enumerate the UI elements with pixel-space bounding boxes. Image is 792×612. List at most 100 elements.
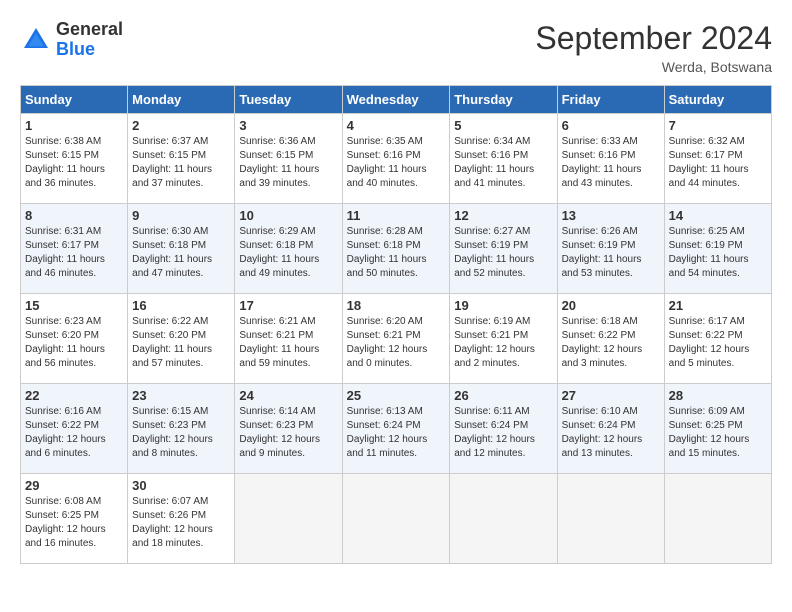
day-detail: Sunrise: 6:15 AMSunset: 6:23 PMDaylight:…	[132, 406, 213, 459]
day-number: 25	[347, 388, 446, 403]
table-row: 6 Sunrise: 6:33 AMSunset: 6:16 PMDayligh…	[557, 114, 664, 204]
table-row: 5 Sunrise: 6:34 AMSunset: 6:16 PMDayligh…	[450, 114, 557, 204]
table-row: 11 Sunrise: 6:28 AMSunset: 6:18 PMDaylig…	[342, 204, 450, 294]
table-row: 19 Sunrise: 6:19 AMSunset: 6:21 PMDaylig…	[450, 294, 557, 384]
day-number: 11	[347, 208, 446, 223]
table-row: 7 Sunrise: 6:32 AMSunset: 6:17 PMDayligh…	[664, 114, 771, 204]
day-number: 10	[239, 208, 337, 223]
day-number: 17	[239, 298, 337, 313]
day-detail: Sunrise: 6:22 AMSunset: 6:20 PMDaylight:…	[132, 316, 212, 369]
table-row: 21 Sunrise: 6:17 AMSunset: 6:22 PMDaylig…	[664, 294, 771, 384]
day-detail: Sunrise: 6:08 AMSunset: 6:25 PMDaylight:…	[25, 496, 106, 549]
col-sunday: Sunday	[21, 86, 128, 114]
table-row: 8 Sunrise: 6:31 AMSunset: 6:17 PMDayligh…	[21, 204, 128, 294]
col-friday: Friday	[557, 86, 664, 114]
day-detail: Sunrise: 6:27 AMSunset: 6:19 PMDaylight:…	[454, 226, 534, 279]
table-row: 10 Sunrise: 6:29 AMSunset: 6:18 PMDaylig…	[235, 204, 342, 294]
calendar-week-row: 1 Sunrise: 6:38 AMSunset: 6:15 PMDayligh…	[21, 114, 772, 204]
table-row: 13 Sunrise: 6:26 AMSunset: 6:19 PMDaylig…	[557, 204, 664, 294]
day-detail: Sunrise: 6:28 AMSunset: 6:18 PMDaylight:…	[347, 226, 427, 279]
logo-text: General Blue	[56, 20, 123, 60]
day-detail: Sunrise: 6:25 AMSunset: 6:19 PMDaylight:…	[669, 226, 749, 279]
calendar-week-row: 22 Sunrise: 6:16 AMSunset: 6:22 PMDaylig…	[21, 384, 772, 474]
table-row: 25 Sunrise: 6:13 AMSunset: 6:24 PMDaylig…	[342, 384, 450, 474]
page-header: General Blue September 2024 Werda, Botsw…	[20, 20, 772, 75]
day-number: 5	[454, 118, 552, 133]
day-number: 8	[25, 208, 123, 223]
day-detail: Sunrise: 6:11 AMSunset: 6:24 PMDaylight:…	[454, 406, 535, 459]
month-title: September 2024	[535, 20, 772, 57]
day-number: 3	[239, 118, 337, 133]
table-row: 24 Sunrise: 6:14 AMSunset: 6:23 PMDaylig…	[235, 384, 342, 474]
table-row	[557, 474, 664, 564]
day-detail: Sunrise: 6:29 AMSunset: 6:18 PMDaylight:…	[239, 226, 319, 279]
day-number: 24	[239, 388, 337, 403]
day-detail: Sunrise: 6:36 AMSunset: 6:15 PMDaylight:…	[239, 136, 319, 189]
day-detail: Sunrise: 6:10 AMSunset: 6:24 PMDaylight:…	[562, 406, 643, 459]
table-row	[450, 474, 557, 564]
table-row: 26 Sunrise: 6:11 AMSunset: 6:24 PMDaylig…	[450, 384, 557, 474]
day-number: 30	[132, 478, 230, 493]
day-number: 1	[25, 118, 123, 133]
table-row: 2 Sunrise: 6:37 AMSunset: 6:15 PMDayligh…	[128, 114, 235, 204]
col-tuesday: Tuesday	[235, 86, 342, 114]
table-row: 17 Sunrise: 6:21 AMSunset: 6:21 PMDaylig…	[235, 294, 342, 384]
day-number: 2	[132, 118, 230, 133]
day-number: 4	[347, 118, 446, 133]
table-row: 27 Sunrise: 6:10 AMSunset: 6:24 PMDaylig…	[557, 384, 664, 474]
day-number: 15	[25, 298, 123, 313]
day-detail: Sunrise: 6:21 AMSunset: 6:21 PMDaylight:…	[239, 316, 319, 369]
table-row: 3 Sunrise: 6:36 AMSunset: 6:15 PMDayligh…	[235, 114, 342, 204]
day-detail: Sunrise: 6:34 AMSunset: 6:16 PMDaylight:…	[454, 136, 534, 189]
table-row: 18 Sunrise: 6:20 AMSunset: 6:21 PMDaylig…	[342, 294, 450, 384]
day-number: 20	[562, 298, 660, 313]
table-row: 1 Sunrise: 6:38 AMSunset: 6:15 PMDayligh…	[21, 114, 128, 204]
location: Werda, Botswana	[535, 59, 772, 75]
day-detail: Sunrise: 6:38 AMSunset: 6:15 PMDaylight:…	[25, 136, 105, 189]
day-number: 22	[25, 388, 123, 403]
day-number: 9	[132, 208, 230, 223]
calendar-week-row: 15 Sunrise: 6:23 AMSunset: 6:20 PMDaylig…	[21, 294, 772, 384]
day-number: 23	[132, 388, 230, 403]
col-wednesday: Wednesday	[342, 86, 450, 114]
day-number: 21	[669, 298, 767, 313]
table-row: 12 Sunrise: 6:27 AMSunset: 6:19 PMDaylig…	[450, 204, 557, 294]
day-detail: Sunrise: 6:20 AMSunset: 6:21 PMDaylight:…	[347, 316, 428, 369]
day-detail: Sunrise: 6:30 AMSunset: 6:18 PMDaylight:…	[132, 226, 212, 279]
day-number: 6	[562, 118, 660, 133]
day-number: 12	[454, 208, 552, 223]
table-row: 16 Sunrise: 6:22 AMSunset: 6:20 PMDaylig…	[128, 294, 235, 384]
day-number: 7	[669, 118, 767, 133]
logo-icon	[20, 24, 52, 56]
table-row: 15 Sunrise: 6:23 AMSunset: 6:20 PMDaylig…	[21, 294, 128, 384]
day-number: 13	[562, 208, 660, 223]
table-row	[664, 474, 771, 564]
title-block: September 2024 Werda, Botswana	[535, 20, 772, 75]
table-row: 14 Sunrise: 6:25 AMSunset: 6:19 PMDaylig…	[664, 204, 771, 294]
day-detail: Sunrise: 6:18 AMSunset: 6:22 PMDaylight:…	[562, 316, 643, 369]
day-detail: Sunrise: 6:14 AMSunset: 6:23 PMDaylight:…	[239, 406, 320, 459]
day-detail: Sunrise: 6:33 AMSunset: 6:16 PMDaylight:…	[562, 136, 642, 189]
table-row	[342, 474, 450, 564]
calendar-header-row: Sunday Monday Tuesday Wednesday Thursday…	[21, 86, 772, 114]
table-row: 20 Sunrise: 6:18 AMSunset: 6:22 PMDaylig…	[557, 294, 664, 384]
table-row: 28 Sunrise: 6:09 AMSunset: 6:25 PMDaylig…	[664, 384, 771, 474]
calendar-week-row: 29 Sunrise: 6:08 AMSunset: 6:25 PMDaylig…	[21, 474, 772, 564]
day-number: 27	[562, 388, 660, 403]
day-number: 19	[454, 298, 552, 313]
table-row: 9 Sunrise: 6:30 AMSunset: 6:18 PMDayligh…	[128, 204, 235, 294]
day-detail: Sunrise: 6:35 AMSunset: 6:16 PMDaylight:…	[347, 136, 427, 189]
col-saturday: Saturday	[664, 86, 771, 114]
table-row: 29 Sunrise: 6:08 AMSunset: 6:25 PMDaylig…	[21, 474, 128, 564]
col-thursday: Thursday	[450, 86, 557, 114]
table-row: 4 Sunrise: 6:35 AMSunset: 6:16 PMDayligh…	[342, 114, 450, 204]
day-number: 29	[25, 478, 123, 493]
day-detail: Sunrise: 6:37 AMSunset: 6:15 PMDaylight:…	[132, 136, 212, 189]
day-detail: Sunrise: 6:17 AMSunset: 6:22 PMDaylight:…	[669, 316, 750, 369]
day-number: 18	[347, 298, 446, 313]
day-detail: Sunrise: 6:31 AMSunset: 6:17 PMDaylight:…	[25, 226, 105, 279]
table-row: 30 Sunrise: 6:07 AMSunset: 6:26 PMDaylig…	[128, 474, 235, 564]
col-monday: Monday	[128, 86, 235, 114]
day-detail: Sunrise: 6:09 AMSunset: 6:25 PMDaylight:…	[669, 406, 750, 459]
day-detail: Sunrise: 6:07 AMSunset: 6:26 PMDaylight:…	[132, 496, 213, 549]
